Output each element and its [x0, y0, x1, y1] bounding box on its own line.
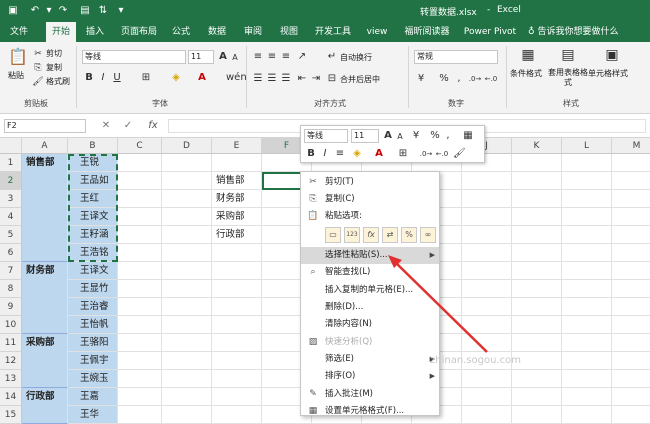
- annotation-arrow: [388, 255, 488, 353]
- arrow-shaft: [394, 261, 488, 353]
- watermark-text: zhinan.sogou.com: [430, 355, 522, 366]
